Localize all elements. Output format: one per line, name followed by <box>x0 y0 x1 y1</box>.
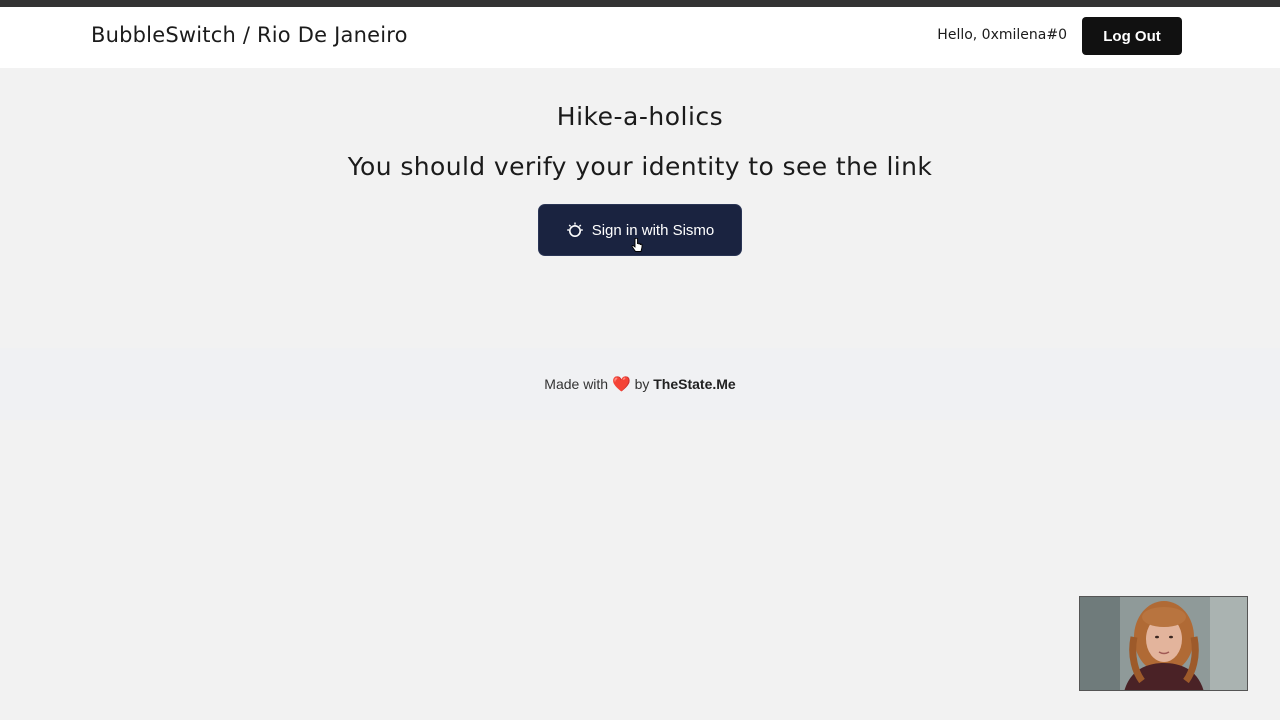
user-greeting: Hello, 0xmilena#0 <box>937 27 1067 43</box>
hand-pointer-cursor-icon <box>631 238 643 252</box>
main-content: Hike-a-holics You should verify your ide… <box>0 68 1280 348</box>
webcam-overlay <box>1079 596 1248 691</box>
footer-made-with: Made with <box>544 376 609 392</box>
verify-identity-message: You should verify your identity to see t… <box>347 152 933 181</box>
logout-button[interactable]: Log Out <box>1082 17 1182 55</box>
footer-by: by <box>634 376 650 392</box>
top-nav: BubbleSwitch / Rio De Janeiro Hello, 0xm… <box>0 7 1280 68</box>
window-top-bar <box>0 0 1280 7</box>
sismo-button-label: Sign in with Sismo <box>591 221 715 239</box>
breadcrumb-title: BubbleSwitch / Rio De Janeiro <box>91 23 408 47</box>
footer-credit: Made with ❤️ by TheState.Me <box>0 375 1280 393</box>
sismo-logo-icon <box>566 221 584 239</box>
heart-icon: ❤️ <box>611 376 631 393</box>
footer: Made with ❤️ by TheState.Me <box>0 348 1280 420</box>
footer-brand-link[interactable]: TheState.Me <box>653 376 735 392</box>
presenter-video-image <box>1080 597 1247 690</box>
group-title: Hike-a-holics <box>556 102 724 131</box>
